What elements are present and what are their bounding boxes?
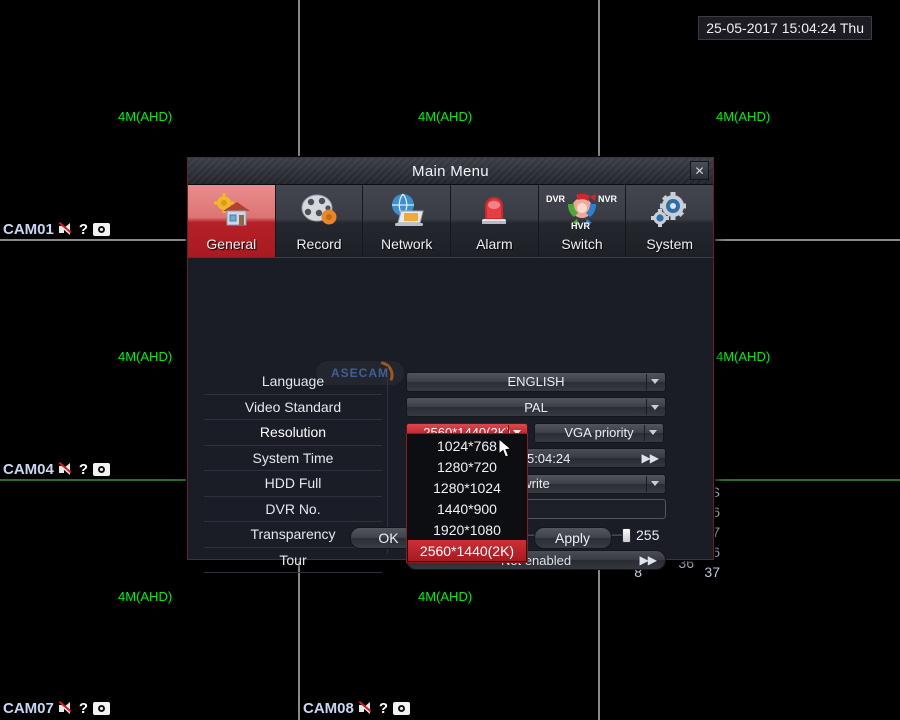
speaker-muted-icon	[59, 463, 74, 476]
cam-label-cam08: CAM08 ?	[303, 700, 410, 717]
svg-text:DVR: DVR	[546, 194, 566, 204]
tab-system[interactable]: System	[626, 185, 713, 257]
setting-label-hdd-full: HDD Full	[204, 471, 382, 497]
chevron-down-icon[interactable]	[646, 399, 663, 415]
resolution-option-1024x768[interactable]: 1024*768	[408, 435, 526, 456]
speaker-muted-icon	[59, 223, 74, 236]
setting-label-resolution: Resolution	[204, 420, 382, 446]
cam-label-cam01: CAM01 ?	[3, 221, 110, 238]
record-camera-icon	[93, 702, 110, 715]
resolution-dropdown-list: 1024*768 1280*720 1280*1024 1440*900 192…	[406, 433, 528, 563]
stream-tag-cam01: 4M(AHD)	[118, 109, 172, 124]
cam-label-cam07: CAM07 ?	[3, 700, 110, 717]
stream-tag-cam04: 4M(AHD)	[118, 349, 172, 364]
setting-label-video-standard: Video Standard	[204, 395, 382, 421]
svg-text:HVR: HVR	[571, 221, 591, 230]
resolution-option-1280x720[interactable]: 1280*720	[408, 456, 526, 477]
setting-label-language: Language	[204, 369, 382, 395]
stream-tag-cam06: 4M(AHD)	[716, 349, 770, 364]
resolution-option-1280x1024[interactable]: 1280*1024	[408, 477, 526, 498]
setting-label-system-time: System Time	[204, 446, 382, 472]
cam-name-cam07: CAM07	[3, 700, 54, 717]
display-priority-select[interactable]: VGA priority	[534, 423, 664, 443]
resolution-option-2560x1440[interactable]: 2560*1440(2K)	[408, 540, 526, 561]
panel-divider	[387, 366, 388, 554]
setting-label-dvr-no: DVR No.	[204, 497, 382, 523]
cam-label-cam04: CAM04 ?	[3, 461, 110, 478]
resolution-option-1440x900[interactable]: 1440*900	[408, 498, 526, 519]
globe-laptop-icon	[363, 189, 450, 231]
tab-general[interactable]: General	[188, 185, 276, 257]
record-camera-icon	[93, 463, 110, 476]
tab-switch-label: Switch	[561, 236, 602, 257]
row-video-standard: PAL	[406, 395, 698, 421]
chevron-down-icon[interactable]	[644, 425, 661, 441]
apply-button[interactable]: Apply	[534, 527, 612, 549]
close-glyph: ✕	[694, 165, 704, 177]
stream-tag-cam02: 4M(AHD)	[418, 109, 472, 124]
dvr-nvr-hvr-cycle-icon: DVR NVR HVR	[539, 189, 626, 231]
chevron-down-icon[interactable]	[646, 374, 663, 390]
record-camera-icon	[393, 702, 410, 715]
tab-switch[interactable]: DVR NVR HVR Switch	[539, 185, 627, 257]
video-standard-select[interactable]: PAL	[406, 397, 666, 417]
language-value: ENGLISH	[507, 374, 564, 389]
cam-name-cam01: CAM01	[3, 221, 54, 238]
double-arrow-right-icon[interactable]: ▶▶	[642, 451, 658, 465]
speaker-muted-icon	[59, 702, 74, 715]
dialog-title: Main Menu	[412, 163, 489, 180]
stream-tag-cam03: 4M(AHD)	[716, 109, 770, 124]
tab-general-label: General	[206, 236, 256, 257]
stream-tag-cam08: 4M(AHD)	[418, 589, 472, 604]
svg-text:NVR: NVR	[598, 194, 618, 204]
chevron-down-icon[interactable]	[646, 476, 663, 492]
tab-alarm[interactable]: Alarm	[451, 185, 539, 257]
cam-name-cam04: CAM04	[3, 461, 54, 478]
cam-name-cam08: CAM08	[303, 700, 354, 717]
dvr-live-view-screen: 4M(AHD) 4M(AHD) 4M(AHD) 4M(AHD) 4M(AHD) …	[0, 0, 900, 720]
question-mark-icon: ?	[79, 222, 88, 237]
disc-gear-icon	[276, 189, 363, 231]
dialog-titlebar[interactable]: Main Menu ✕	[188, 158, 713, 185]
house-gear-icon	[188, 189, 275, 231]
close-icon[interactable]: ✕	[690, 161, 709, 180]
tab-alarm-label: Alarm	[476, 236, 513, 257]
speaker-muted-icon	[359, 702, 374, 715]
tab-network[interactable]: Network	[363, 185, 451, 257]
menu-tabbar: General Record	[188, 185, 713, 258]
siren-icon	[451, 189, 538, 231]
stream-tag-cam07: 4M(AHD)	[118, 589, 172, 604]
double-arrow-right-icon[interactable]: ▶▶	[640, 553, 656, 567]
record-camera-icon	[93, 223, 110, 236]
tab-record-label: Record	[296, 236, 341, 257]
setting-label-tour: Tour	[204, 548, 382, 574]
gears-icon	[626, 189, 713, 231]
question-mark-icon: ?	[379, 701, 388, 716]
resolution-option-1920x1080[interactable]: 1920*1080	[408, 519, 526, 540]
question-mark-icon: ?	[79, 462, 88, 477]
tab-record[interactable]: Record	[276, 185, 364, 257]
video-standard-value: PAL	[524, 400, 548, 415]
general-settings-panel: ASECAM Language Video Standard Resolutio…	[188, 258, 713, 561]
language-select[interactable]: ENGLISH	[406, 372, 666, 392]
row-language: ENGLISH	[406, 369, 698, 395]
tab-network-label: Network	[381, 236, 432, 257]
tab-system-label: System	[646, 236, 693, 257]
main-menu-dialog: Main Menu ✕	[187, 157, 714, 560]
display-priority-value: VGA priority	[564, 425, 633, 440]
question-mark-icon: ?	[79, 701, 88, 716]
timestamp-overlay: 25-05-2017 15:04:24 Thu	[698, 16, 872, 40]
